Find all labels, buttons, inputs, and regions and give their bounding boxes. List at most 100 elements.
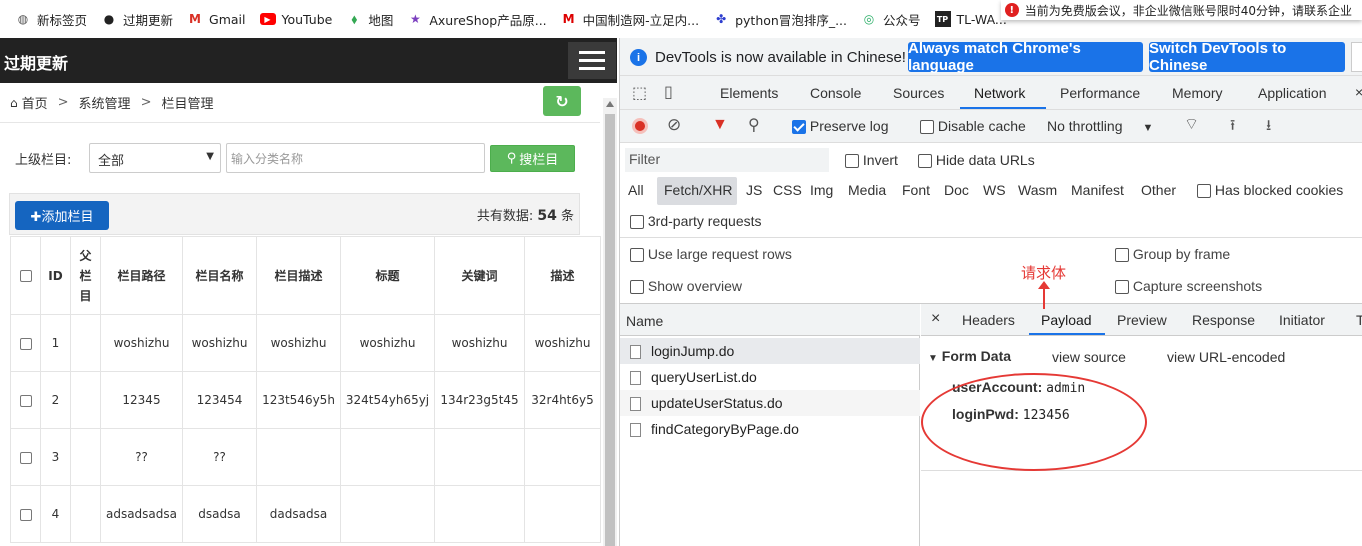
tab-network[interactable]: Network xyxy=(974,85,1025,101)
bookmark-axureshop[interactable]: ★ AxureShop产品原... xyxy=(400,0,553,38)
tab-sources[interactable]: Sources xyxy=(893,85,944,101)
table-row[interactable]: 1 woshizhu woshizhu woshizhu woshizhu wo… xyxy=(10,314,601,372)
add-category-button[interactable]: ✚添加栏目 xyxy=(15,201,109,230)
home-icon: ⌂ xyxy=(10,95,18,110)
type-other[interactable]: Other xyxy=(1141,182,1176,198)
row-checkbox[interactable] xyxy=(19,394,32,407)
bookmark-maps[interactable]: ⬧ 地图 xyxy=(339,0,400,38)
table-row[interactable]: 4 adsadsadsa dsadsa dadsadsa xyxy=(10,485,601,543)
table-cell: woshizhu xyxy=(182,314,257,372)
table-cell xyxy=(524,428,601,486)
view-source-link[interactable]: view source xyxy=(1052,349,1126,365)
throttling-select[interactable]: No throttling ▼ xyxy=(1047,118,1153,134)
switch-to-chinese-button[interactable]: Switch DevTools to Chinese xyxy=(1149,40,1345,74)
network-settings: Use large request rows Show overview Gro… xyxy=(620,237,1362,303)
request-row[interactable]: findCategoryByPage.do xyxy=(620,416,920,442)
bookmark-new-tab[interactable]: ◍ 新标签页 xyxy=(8,0,94,38)
search-category-button[interactable]: ⚲ 搜栏目 xyxy=(490,145,575,172)
record-icon[interactable] xyxy=(632,118,648,134)
type-fetch-xhr[interactable]: Fetch/XHR xyxy=(664,182,732,198)
close-icon[interactable]: × xyxy=(931,310,940,328)
large-rows-checkbox[interactable] xyxy=(630,248,644,263)
menu-toggle-button[interactable] xyxy=(568,42,616,79)
breadcrumb-system[interactable]: 系统管理 xyxy=(79,93,131,112)
close-infobar-button[interactable] xyxy=(1351,42,1362,72)
type-manifest[interactable]: Manifest xyxy=(1071,182,1124,198)
inspect-element-icon[interactable]: ⬚ xyxy=(632,83,647,103)
tab-performance[interactable]: Performance xyxy=(1060,85,1140,101)
tab-preview[interactable]: Preview xyxy=(1117,312,1167,328)
tab-elements[interactable]: Elements xyxy=(720,85,778,101)
search-icon[interactable]: ⚲ xyxy=(748,115,760,135)
name-column-header[interactable]: Name xyxy=(620,304,920,336)
bookmark-github[interactable]: ● 过期更新 xyxy=(94,0,180,38)
parent-category-select[interactable]: 全部 ▼ xyxy=(89,143,221,173)
category-name-input[interactable]: 输入分类名称 xyxy=(226,143,485,173)
hamburger-line xyxy=(579,51,605,54)
type-all[interactable]: All xyxy=(628,182,644,198)
row-checkbox[interactable] xyxy=(19,508,32,521)
tab-payload[interactable]: Payload xyxy=(1041,312,1092,328)
invert-checkbox[interactable] xyxy=(845,154,859,169)
page-scrollbar[interactable] xyxy=(603,98,617,546)
capture-screenshots-checkbox[interactable] xyxy=(1115,280,1129,295)
group-by-frame-checkbox[interactable] xyxy=(1115,248,1129,263)
scroll-up-arrow-icon[interactable] xyxy=(606,101,614,107)
bookmark-wechat[interactable]: ◎ 公众号 xyxy=(854,0,928,38)
export-har-icon[interactable]: ⭳ xyxy=(1266,115,1271,140)
third-party-checkbox[interactable] xyxy=(630,215,644,230)
import-har-icon[interactable]: ⭱ xyxy=(1230,115,1235,140)
filter-input[interactable]: Filter xyxy=(625,148,829,172)
hide-data-urls-checkbox[interactable] xyxy=(918,154,932,169)
tab-memory[interactable]: Memory xyxy=(1172,85,1223,101)
request-row[interactable]: queryUserList.do xyxy=(620,364,920,390)
disable-cache-checkbox[interactable] xyxy=(920,120,934,135)
clear-icon[interactable]: ⊘ xyxy=(667,115,681,135)
type-js[interactable]: JS xyxy=(746,182,762,198)
show-overview-checkbox[interactable] xyxy=(630,280,644,295)
type-ws[interactable]: WS xyxy=(983,182,1006,198)
category-table: ID 父栏目 栏目路径 栏目名称 栏目描述 标题 关键词 描述 1 woshiz… xyxy=(10,236,601,543)
device-toolbar-icon[interactable]: ▯ xyxy=(664,82,673,102)
table-cell: 123t546y5h xyxy=(256,371,341,429)
tab-timing[interactable]: T xyxy=(1356,312,1362,328)
row-checkbox[interactable] xyxy=(19,337,32,350)
request-row[interactable]: updateUserStatus.do xyxy=(620,390,920,416)
type-font[interactable]: Font xyxy=(902,182,930,198)
table-row[interactable]: 3 ?? ?? xyxy=(10,428,601,486)
tab-initiator[interactable]: Initiator xyxy=(1279,312,1325,328)
breadcrumb-home[interactable]: 首页 xyxy=(22,93,48,112)
type-doc[interactable]: Doc xyxy=(944,182,969,198)
preserve-log-checkbox[interactable] xyxy=(792,120,806,135)
type-wasm[interactable]: Wasm xyxy=(1018,182,1057,198)
bookmark-gmail[interactable]: M Gmail xyxy=(180,0,252,38)
network-conditions-icon[interactable]: ⌔ xyxy=(1184,114,1199,134)
tab-headers[interactable]: Headers xyxy=(962,312,1015,328)
hide-data-urls-option: Hide data URLs xyxy=(918,152,1035,169)
bookmark-made-in-china[interactable]: M 中国制造网-立足内... xyxy=(554,0,706,38)
bookmark-youtube[interactable]: ▶ YouTube xyxy=(253,0,340,38)
request-row[interactable]: loginJump.do xyxy=(620,338,920,364)
close-icon[interactable]: × xyxy=(1355,84,1362,100)
type-css[interactable]: CSS xyxy=(773,182,802,198)
view-url-encoded-link[interactable]: view URL-encoded xyxy=(1167,349,1285,365)
select-all-checkbox[interactable] xyxy=(19,270,32,282)
resource-type-filters: All Fetch/XHR JS CSS Img Media Font Doc … xyxy=(620,177,1362,207)
scrollbar-thumb[interactable] xyxy=(605,114,615,546)
row-select-cell xyxy=(10,428,41,486)
refresh-button[interactable]: ↻ xyxy=(543,86,581,116)
table-row[interactable]: 2 12345 123454 123t546y5h 324t54yh65yj 1… xyxy=(10,371,601,429)
tab-response[interactable]: Response xyxy=(1192,312,1255,328)
row-checkbox[interactable] xyxy=(19,451,32,464)
annotation-label: 请求体 xyxy=(1021,264,1067,282)
type-media[interactable]: Media xyxy=(848,182,886,198)
filter-icon[interactable]: ▼ xyxy=(712,116,728,134)
type-img[interactable]: Img xyxy=(810,182,833,198)
form-data-header[interactable]: ▼ Form Data xyxy=(928,348,1011,364)
tab-console[interactable]: Console xyxy=(810,85,861,101)
has-blocked-cookies-checkbox[interactable] xyxy=(1197,184,1211,199)
breadcrumb: ⌂ 首页 > 系统管理 > 栏目管理 xyxy=(0,83,600,123)
always-match-language-button[interactable]: Always match Chrome's language xyxy=(908,40,1143,74)
tab-application[interactable]: Application xyxy=(1258,85,1327,101)
bookmark-python[interactable]: ✤ python冒泡排序_... xyxy=(706,0,854,38)
